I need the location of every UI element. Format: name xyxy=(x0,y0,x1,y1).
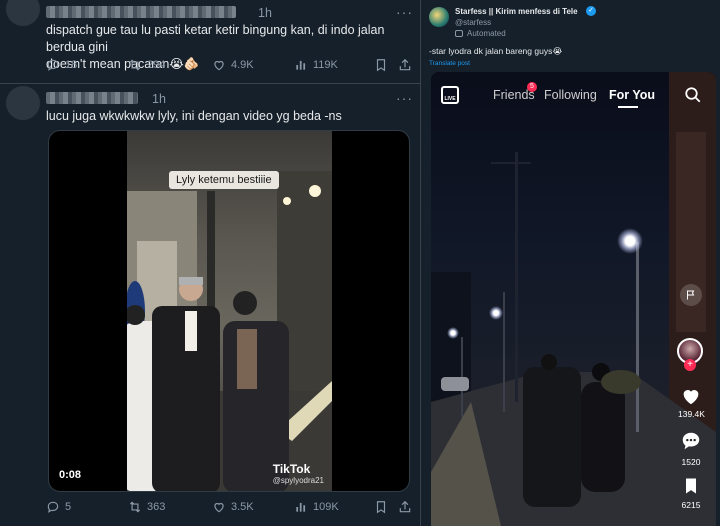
reply-button[interactable]: 18 xyxy=(46,58,77,72)
tab-for-you[interactable]: For You xyxy=(609,88,655,102)
post-time[interactable]: 1h xyxy=(152,92,166,106)
tiktok-like-count: 139.4K xyxy=(678,409,705,419)
bookmark-button[interactable] xyxy=(374,500,388,514)
retweet-count: 363 xyxy=(147,501,166,513)
share-button[interactable] xyxy=(398,500,412,514)
views-button[interactable]: 109K xyxy=(294,500,339,514)
like-button[interactable]: 4.9K xyxy=(212,58,254,72)
timeline-left: 1h ··· dispatch gue tau lu pasti ketar k… xyxy=(0,0,420,526)
share-button[interactable] xyxy=(398,58,412,72)
author-handle[interactable]: @starfess xyxy=(455,18,491,27)
search-icon[interactable] xyxy=(684,86,702,104)
report-flag-button[interactable] xyxy=(680,284,702,306)
friends-notification-badge: 5 xyxy=(527,82,537,92)
live-icon[interactable]: LIVE xyxy=(441,86,459,104)
retweet-button[interactable]: 294 xyxy=(128,58,165,72)
tab-following[interactable]: Following xyxy=(544,88,597,102)
more-options-icon[interactable]: ··· xyxy=(396,4,413,20)
author-name-redacted[interactable] xyxy=(46,92,138,104)
comment-icon[interactable] xyxy=(680,430,702,452)
flag-icon xyxy=(687,290,695,300)
reply-count: 5 xyxy=(65,501,72,513)
bookmark-icon[interactable] xyxy=(681,476,701,496)
bookmark-button[interactable] xyxy=(374,58,388,72)
post-time[interactable]: 1h xyxy=(258,6,272,20)
video-player[interactable]: Lyly ketemu bestiiie TikTok @spylyodra21… xyxy=(48,130,410,492)
avatar[interactable] xyxy=(6,86,40,120)
like-count: 3.5K xyxy=(231,501,254,513)
avatar[interactable] xyxy=(6,0,40,26)
analytics-icon xyxy=(296,502,306,512)
tweet-2[interactable]: 1h ··· lucu juga wkwkwkw lyly, ini denga… xyxy=(0,84,420,526)
tweet-text: lucu juga wkwkwkw lyly, ini dengan video… xyxy=(46,109,342,123)
retweet-icon xyxy=(129,501,141,513)
share-icon xyxy=(399,58,411,71)
reply-icon xyxy=(47,501,59,513)
night-street-scene xyxy=(431,72,716,526)
tweet-text-line-1: dispatch gue tau lu pasti ketar ketir bi… xyxy=(46,23,385,54)
retweet-button[interactable]: 363 xyxy=(128,500,165,514)
tweet-right[interactable]: Starfess || Kirim menfess di Tele ✓ @sta… xyxy=(420,0,720,526)
heart-icon xyxy=(214,502,224,513)
tiktok-bookmark-count: 6215 xyxy=(681,500,701,510)
verified-badge-icon: ✓ xyxy=(586,6,596,16)
view-count: 119K xyxy=(313,59,338,71)
active-tab-underline xyxy=(618,106,638,108)
translate-link[interactable]: Translate post xyxy=(429,60,470,67)
like-count: 4.9K xyxy=(231,59,254,71)
share-icon xyxy=(399,500,411,513)
view-count: 109K xyxy=(313,501,339,513)
tiktok-watermark: TikTok @spylyodra21 xyxy=(273,462,324,485)
bookmark-icon xyxy=(376,59,386,72)
heart-icon xyxy=(214,60,224,71)
author-name[interactable]: Starfess || Kirim menfess di Tele xyxy=(455,7,578,16)
follow-plus-icon[interactable]: + xyxy=(684,359,696,371)
automated-label: Automated xyxy=(455,29,506,38)
analytics-icon xyxy=(296,60,306,70)
street-lamp-light xyxy=(617,228,643,254)
reply-count: 18 xyxy=(65,59,78,71)
views-button[interactable]: 119K xyxy=(294,58,338,72)
reply-button[interactable]: 5 xyxy=(46,500,71,514)
tiktok-watermark-brand: TikTok xyxy=(272,462,311,476)
night-street-illustration xyxy=(431,72,716,526)
retweet-icon xyxy=(129,59,141,71)
author-name-redacted[interactable] xyxy=(46,6,236,18)
bookmark-icon xyxy=(376,501,386,514)
robot-icon xyxy=(455,30,463,37)
retweet-count: 294 xyxy=(147,59,166,71)
automated-text: Automated xyxy=(467,29,506,38)
video-duration: 0:08 xyxy=(59,469,82,481)
street-lamp-light xyxy=(489,306,503,320)
tweet-text: -star lyodra dk jalan bareng guys😭 xyxy=(429,46,563,56)
more-options-icon[interactable]: ··· xyxy=(396,90,413,106)
action-bar: 18 294 4.9K 119K xyxy=(46,58,412,78)
avatar[interactable] xyxy=(429,7,449,27)
video-frame: Lyly ketemu bestiiie TikTok @spylyodra21 xyxy=(127,131,332,491)
tiktok-screenshot[interactable]: LIVE Friends 5 Following For You + 139.4… xyxy=(431,72,716,526)
street-lamp-light xyxy=(447,327,459,339)
tweet-1[interactable]: 1h ··· dispatch gue tau lu pasti ketar k… xyxy=(0,0,420,84)
action-bar: 5 363 3.5K 109K xyxy=(46,500,412,520)
tiktok-watermark-handle: @spylyodra21 xyxy=(272,476,324,485)
like-button[interactable]: 3.5K xyxy=(212,500,254,514)
heart-icon[interactable] xyxy=(680,385,702,407)
tiktok-comment-count: 1520 xyxy=(681,457,701,467)
video-caption: Lyly ketemu bestiiie xyxy=(169,171,279,189)
reply-icon xyxy=(47,59,59,71)
